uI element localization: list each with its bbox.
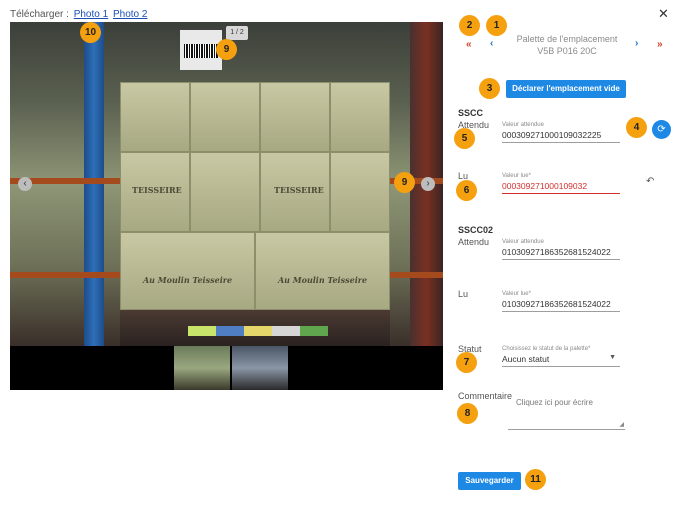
thumbnail-2[interactable]	[232, 346, 288, 390]
save-button[interactable]: Sauvegarder	[458, 472, 521, 490]
field-label: Valeur attendue	[502, 122, 544, 128]
comment-label: Commentaire	[458, 391, 513, 401]
close-icon[interactable]: ✕	[658, 6, 669, 22]
refresh-icon: ⟳	[657, 124, 666, 135]
annotation-badge: 3	[479, 78, 500, 99]
annotation-badge: 7	[456, 352, 477, 373]
download-label: Télécharger :	[10, 9, 69, 20]
comment-placeholder: Cliquez ici pour écrire	[516, 398, 593, 407]
annotation-badge: 8	[457, 403, 478, 424]
field-label: Valeur lue*	[502, 291, 531, 297]
carton-stack: TEISSEIRE TEISSEIRE Au Moulin Teisseire …	[120, 62, 400, 312]
resize-handle-icon[interactable]: ◢	[619, 421, 624, 428]
annotation-badge: 1	[486, 15, 507, 36]
pallet-title-line1: Palette de l'emplacement	[516, 34, 618, 44]
thumbnail-1[interactable]	[174, 346, 230, 390]
sscc02-read-field[interactable]: Valeur lue* 01030927186352681524022	[502, 291, 620, 312]
declare-empty-button[interactable]: Déclarer l'emplacement vide	[506, 80, 626, 98]
next-image-button[interactable]: ›	[421, 177, 435, 191]
color-strip	[188, 326, 328, 336]
box-script-label: Au Moulin Teisseire	[142, 275, 233, 285]
photo-1-link[interactable]: Photo 1	[74, 9, 108, 20]
annotation-badge: 11	[525, 469, 546, 490]
field-value[interactable]: 01030927186352681524022	[502, 299, 620, 311]
sscc02-read-label: Lu	[458, 289, 469, 299]
field-value: 01030927186352681524022	[502, 247, 611, 257]
chevron-right-icon: ›	[426, 178, 430, 189]
annotation-badge: 6	[456, 180, 477, 201]
undo-icon[interactable]: ↶	[646, 176, 654, 187]
sscc02-expected-field: Valeur attendue 01030927186352681524022	[502, 239, 620, 260]
pallet-photo: TEISSEIRE TEISSEIRE Au Moulin Teisseire …	[10, 22, 443, 346]
sscc02-expected-label: Attendu	[458, 237, 490, 247]
field-label: Valeur attendue	[502, 239, 544, 245]
photo-2-link[interactable]: Photo 2	[113, 9, 147, 20]
blue-rack-upright	[84, 22, 104, 346]
image-counter: 1 / 2	[226, 26, 248, 40]
field-label: Choisissez le statut de la palette*	[502, 346, 591, 352]
prev-pallet-icon[interactable]: ‹	[490, 38, 493, 49]
box-brand-label: TEISSEIRE	[274, 185, 324, 195]
annotation-badge: 4	[626, 117, 647, 138]
comment-textarea[interactable]: Cliquez ici pour écrire ◢	[508, 396, 625, 430]
prev-image-button[interactable]: ‹	[18, 177, 32, 191]
sscc-read-field[interactable]: Valeur lue* 000309271000109032	[502, 173, 620, 194]
sscc-title: SSCC	[458, 108, 484, 118]
field-label: Valeur lue*	[502, 173, 531, 179]
annotation-badge: 2	[459, 15, 480, 36]
annotation-badge: 9	[394, 172, 415, 193]
box-script-label: Au Moulin Teisseire	[277, 275, 368, 285]
sscc-expected-field: Valeur attendue 000309271000109032225	[502, 122, 620, 143]
annotation-badge: 5	[454, 128, 475, 149]
annotation-badge: 9	[216, 39, 237, 60]
pallet-title: Palette de l'emplacement V5B P016 20C	[508, 33, 626, 57]
photo-viewer: TEISSEIRE TEISSEIRE Au Moulin Teisseire …	[10, 22, 443, 390]
first-pallet-icon[interactable]: «	[466, 39, 472, 50]
caret-down-icon: ▼	[609, 354, 616, 361]
chevron-left-icon: ‹	[23, 178, 27, 189]
thumbnail-strip	[10, 346, 443, 390]
last-pallet-icon[interactable]: »	[657, 39, 663, 50]
box-brand-label: TEISSEIRE	[132, 185, 182, 195]
field-value: 000309271000109032225	[502, 130, 602, 140]
status-value: Aucun statut	[502, 354, 550, 364]
refresh-scan-button[interactable]: ⟳	[652, 120, 671, 139]
download-links: Télécharger : Photo 1 Photo 2	[10, 9, 147, 20]
status-select[interactable]: Choisissez le statut de la palette* Aucu…	[502, 346, 620, 367]
next-pallet-icon[interactable]: ›	[635, 38, 638, 49]
pallet-location: V5B P016 20C	[537, 46, 597, 56]
sscc02-title: SSCC02	[458, 225, 494, 235]
annotation-badge: 10	[80, 22, 101, 43]
field-value[interactable]: 000309271000109032	[502, 181, 620, 193]
